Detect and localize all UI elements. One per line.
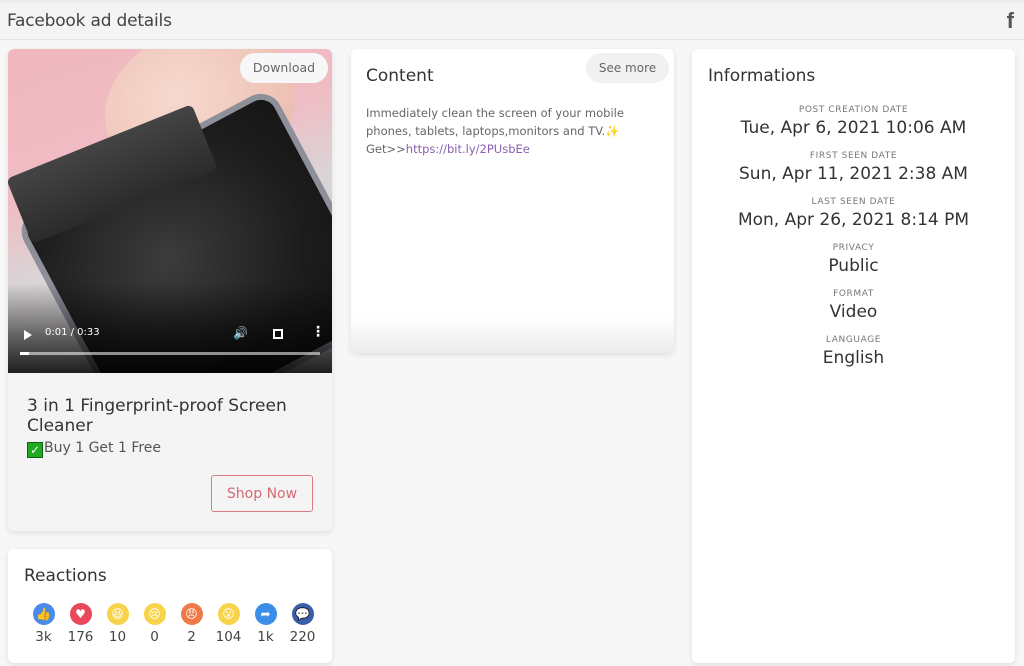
content-card: Content See more Immediately clean the s… [351,49,674,353]
reaction-count: 220 [289,629,316,645]
fullscreen-icon[interactable] [273,329,283,339]
page-header: Facebook ad details f [0,0,1024,40]
info-first-seen-date: FIRST SEEN DATE Sun, Apr 11, 2021 2:38 A… [692,150,1015,196]
ad-subtitle: ✓ Buy 1 Get 1 Free [27,440,161,458]
reaction-list: 👍 3k ♥ 176 😆 10 😢 0 😠 2 😮 104 ➦ 1k 💬 220 [25,603,321,645]
more-options-icon[interactable]: ⋮ [311,324,325,340]
facebook-icon[interactable]: f [1007,8,1014,34]
reaction-love: ♥ 176 [62,603,99,645]
info-value: Mon, Apr 26, 2021 8:14 PM [737,210,970,230]
video-progress-bar[interactable] [20,352,320,355]
info-privacy: PRIVACY Public [692,242,1015,288]
link-prefix: Get>> [366,142,406,156]
reaction-wow: 😮 104 [210,603,247,645]
ad-preview-card: Download 0:01 / 0:33 🔊 ⋮ 3 in 1 Fingerpr… [8,49,332,531]
ad-subtitle-text: Buy 1 Get 1 Free [44,440,162,456]
info-label: FIRST SEEN DATE [809,151,898,161]
reaction-angry: 😠 2 [173,603,210,645]
video-time: 0:01 / 0:33 [45,327,100,338]
info-list: POST CREATION DATE Tue, Apr 6, 2021 10:0… [692,104,1015,380]
info-value: Tue, Apr 6, 2021 10:06 AM [740,118,967,138]
video-controls: 0:01 / 0:33 🔊 ⋮ [8,323,332,373]
info-label: LAST SEEN DATE [811,197,896,207]
content-text: Immediately clean the screen of your mob… [366,106,624,138]
info-last-seen-date: LAST SEEN DATE Mon, Apr 26, 2021 8:14 PM [692,196,1015,242]
shop-now-button[interactable]: Shop Now [211,475,313,512]
reaction-like: 👍 3k [25,603,62,645]
see-more-button[interactable]: See more [586,53,669,83]
sad-icon: 😢 [143,603,166,625]
info-label: LANGUAGE [825,335,882,345]
like-icon: 👍 [32,603,55,625]
info-value: Public [828,256,879,276]
haha-icon: 😆 [106,603,129,625]
reaction-count: 3k [35,629,52,645]
reaction-count: 2 [187,629,196,645]
reaction-count: 0 [150,629,159,645]
info-value: Video [829,302,878,322]
reactions-title: Reactions [24,566,107,586]
reaction-count: 176 [67,629,94,645]
content-link[interactable]: https://bit.ly/2PUsbEe [406,142,530,156]
wow-icon: 😮 [217,603,240,625]
play-icon[interactable] [24,330,32,340]
info-label: POST CREATION DATE [798,105,909,115]
informations-card: Informations POST CREATION DATE Tue, Apr… [692,49,1015,663]
content-title: Content [366,66,434,86]
reactions-card: Reactions 👍 3k ♥ 176 😆 10 😢 0 😠 2 😮 104 ➦ 1k 💬 220 [8,549,332,663]
share-icon: ➦ [254,603,277,625]
reaction-haha: 😆 10 [99,603,136,645]
check-mark-icon: ✓ [27,442,43,458]
love-icon: ♥ [69,603,92,625]
volume-icon[interactable]: 🔊 [233,326,248,340]
info-label: PRIVACY [832,243,875,253]
download-button[interactable]: Download [240,53,328,83]
info-value: English [822,348,885,368]
reaction-count: 10 [108,629,127,645]
reaction-count: 1k [257,629,274,645]
info-label: FORMAT [833,289,874,299]
sparkle-icon: ✨ [605,124,620,138]
info-value: Sun, Apr 11, 2021 2:38 AM [739,164,968,184]
content-body: Immediately clean the screen of your mob… [366,104,666,158]
reaction-comment: 💬 220 [284,603,321,645]
reaction-sad: 😢 0 [136,603,173,645]
reaction-count: 104 [215,629,242,645]
comment-icon: 💬 [291,603,314,625]
video-progress-fill [20,352,29,355]
video-player[interactable]: Download 0:01 / 0:33 🔊 ⋮ [8,49,332,373]
info-format: FORMAT Video [692,288,1015,334]
angry-icon: 😠 [180,603,203,625]
info-language: LANGUAGE English [692,334,1015,380]
reaction-share: ➦ 1k [247,603,284,645]
page-title: Facebook ad details [7,11,172,31]
ad-title: 3 in 1 Fingerprint-proof Screen Cleaner [27,396,287,436]
informations-title: Informations [708,66,816,86]
info-post-creation-date: POST CREATION DATE Tue, Apr 6, 2021 10:0… [692,104,1015,150]
